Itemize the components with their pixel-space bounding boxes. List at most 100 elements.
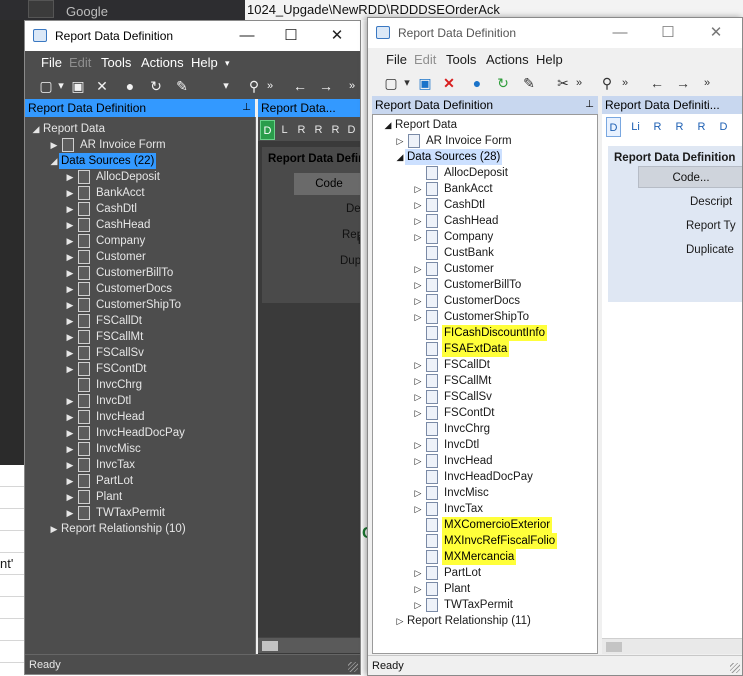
tree-root[interactable]: ◢ Report Data xyxy=(383,117,459,133)
horizontal-scrollbar[interactable] xyxy=(602,638,742,654)
google-taskbar-item[interactable]: Google xyxy=(0,0,245,20)
forward-icon[interactable]: → xyxy=(317,77,335,95)
tree-item-datasource[interactable]: ▷ InvcHead xyxy=(413,453,495,469)
new-dropdown-icon[interactable]: ▾ xyxy=(56,77,66,95)
expand-arrow-icon[interactable]: ▷ xyxy=(413,229,423,245)
tree-item-datasource[interactable]: ▷ FSCallDt xyxy=(413,357,492,373)
pin-icon[interactable]: ⊥ xyxy=(242,99,251,117)
expand-arrow-icon[interactable]: ▶ xyxy=(65,393,75,409)
tab-list[interactable]: Li xyxy=(628,117,643,137)
close-button[interactable]: ✕ xyxy=(315,21,359,51)
tree-item-datasource[interactable]: ▷ PartLot xyxy=(413,565,483,581)
tree-item-datasource[interactable]: ▷ CustomerShipTo xyxy=(413,309,531,325)
tree-item-datasource[interactable]: ▷ CashHead xyxy=(413,213,500,229)
tree-item-datasource[interactable]: InvcHeadDocPay xyxy=(413,469,535,485)
expand-arrow-icon[interactable]: ▶ xyxy=(65,361,75,377)
tab-r3[interactable]: R xyxy=(328,120,343,140)
close-button[interactable]: ✕ xyxy=(694,18,738,48)
delete-icon[interactable]: ✕ xyxy=(93,77,111,95)
tree-item-ar-invoice[interactable]: ▶ AR Invoice Form xyxy=(49,137,168,153)
expand-arrow-icon[interactable]: ▶ xyxy=(49,137,59,153)
tree-item-datasource[interactable]: ▶ InvcHead xyxy=(65,409,147,425)
tree-item-datasource[interactable]: ▷ InvcTax xyxy=(413,501,485,517)
new-dropdown-icon[interactable]: ▾ xyxy=(402,74,412,92)
menu-file[interactable]: File xyxy=(386,52,407,67)
tab-r2[interactable]: R xyxy=(672,117,687,137)
search-overflow-icon[interactable]: » xyxy=(620,74,630,92)
save-icon[interactable]: ▣ xyxy=(416,74,434,92)
new-icon[interactable]: ▢ xyxy=(382,74,400,92)
tree-item-ar-invoice[interactable]: ▷ AR Invoice Form xyxy=(395,133,514,149)
horizontal-scrollbar[interactable] xyxy=(258,637,360,653)
refresh-icon[interactable]: ↻ xyxy=(147,77,165,95)
tree-item-datasource[interactable]: ▷ Company xyxy=(413,229,495,245)
tree-item-datasource[interactable]: InvcChrg xyxy=(65,377,144,393)
expand-arrow-icon[interactable]: ▶ xyxy=(65,185,75,201)
nav-overflow-icon[interactable]: » xyxy=(347,77,357,95)
expand-arrow-icon[interactable]: ▶ xyxy=(65,201,75,217)
tree-item-datasource[interactable]: ▶ InvcHeadDocPay xyxy=(65,425,187,441)
scroll-thumb[interactable] xyxy=(606,642,622,652)
menu-file[interactable]: File xyxy=(41,55,62,70)
tab-l[interactable]: L xyxy=(277,120,292,140)
tree-item-data-sources[interactable]: ◢ Data Sources (28) xyxy=(395,149,503,165)
maximize-button[interactable]: ☐ xyxy=(269,21,313,51)
tab-r1[interactable]: R xyxy=(650,117,665,137)
refresh-icon[interactable]: ↻ xyxy=(494,74,512,92)
toolbar-overflow-icon[interactable]: ▾ xyxy=(221,77,231,95)
expand-arrow-icon[interactable]: ▶ xyxy=(65,313,75,329)
tree-item-datasource[interactable]: ▷ FSCallMt xyxy=(413,373,493,389)
tree-item-datasource[interactable]: ▶ CustomerDocs xyxy=(65,281,174,297)
tree-item-datasource[interactable]: ▷ Customer xyxy=(413,261,496,277)
expand-arrow-icon[interactable]: ▶ xyxy=(65,217,75,233)
tree-item-datasource[interactable]: ▶ AllocDeposit xyxy=(65,169,162,185)
tree-item-datasource[interactable]: ▶ FSCallSv xyxy=(65,345,146,361)
expand-arrow-icon[interactable]: ▶ xyxy=(65,441,75,457)
menu-edit[interactable]: Edit xyxy=(414,52,436,67)
collapse-arrow-icon[interactable]: ◢ xyxy=(31,121,41,137)
back-icon[interactable]: ← xyxy=(648,74,666,92)
collapse-arrow-icon[interactable]: ◢ xyxy=(383,117,393,133)
expand-arrow-icon[interactable]: ▶ xyxy=(65,425,75,441)
expand-arrow-icon[interactable]: ▶ xyxy=(65,169,75,185)
expand-arrow-icon[interactable]: ▷ xyxy=(413,501,423,517)
expand-arrow-icon[interactable]: ▷ xyxy=(395,133,405,149)
expand-arrow-icon[interactable]: ▶ xyxy=(65,345,75,361)
maximize-button[interactable]: ☐ xyxy=(646,18,690,48)
tree-item-datasource[interactable]: AllocDeposit xyxy=(413,165,510,181)
expand-arrow-icon[interactable]: ▷ xyxy=(413,405,423,421)
tree-item-datasource[interactable]: ▶ CashDtl xyxy=(65,201,139,217)
expand-arrow-icon[interactable]: ▷ xyxy=(413,373,423,389)
menu-overflow-icon[interactable]: ▾ xyxy=(225,58,230,69)
tree-item-data-sources[interactable]: ◢ Data Sources (22) xyxy=(49,153,157,169)
tree-item-report-relationship[interactable]: ▶ Report Relationship (10) xyxy=(49,521,188,537)
tree-item-datasource[interactable]: ▶ InvcMisc xyxy=(65,441,143,457)
resize-grip-icon[interactable] xyxy=(730,663,740,673)
tree-item-datasource[interactable]: ▷ BankAcct xyxy=(413,181,495,197)
expand-arrow-icon[interactable]: ▷ xyxy=(413,277,423,293)
expand-arrow-icon[interactable]: ▶ xyxy=(65,265,75,281)
expand-arrow-icon[interactable]: ▷ xyxy=(413,357,423,373)
expand-arrow-icon[interactable]: ▶ xyxy=(65,233,75,249)
tree-item-datasource[interactable]: CustBank xyxy=(413,245,496,261)
expand-arrow-icon[interactable]: ▷ xyxy=(413,261,423,277)
menu-help[interactable]: Help xyxy=(536,52,563,67)
forward-icon[interactable]: → xyxy=(674,74,692,92)
search-overflow-icon[interactable]: » xyxy=(265,77,275,95)
new-icon[interactable]: ▢ xyxy=(37,77,55,95)
tree-item-datasource[interactable]: MXComercioExterior xyxy=(413,517,553,533)
expand-arrow-icon[interactable]: ▷ xyxy=(395,613,405,629)
tree-item-datasource[interactable]: ▷ CustomerDocs xyxy=(413,293,522,309)
menu-edit[interactable]: Edit xyxy=(69,55,91,70)
expand-arrow-icon[interactable]: ▷ xyxy=(413,437,423,453)
expand-arrow-icon[interactable]: ▷ xyxy=(413,197,423,213)
collapse-arrow-icon[interactable]: ◢ xyxy=(395,149,405,165)
expand-arrow-icon[interactable]: ▷ xyxy=(413,213,423,229)
expand-arrow-icon[interactable]: ▷ xyxy=(413,309,423,325)
tree-item-datasource[interactable]: ▶ InvcDtl xyxy=(65,393,133,409)
tree-item-datasource[interactable]: ▶ Customer xyxy=(65,249,148,265)
tree-item-datasource[interactable]: ▷ FSContDt xyxy=(413,405,497,421)
comment-icon[interactable]: ● xyxy=(468,74,486,92)
edit-overflow-icon[interactable]: » xyxy=(574,74,584,92)
resize-grip-icon[interactable] xyxy=(348,662,358,672)
